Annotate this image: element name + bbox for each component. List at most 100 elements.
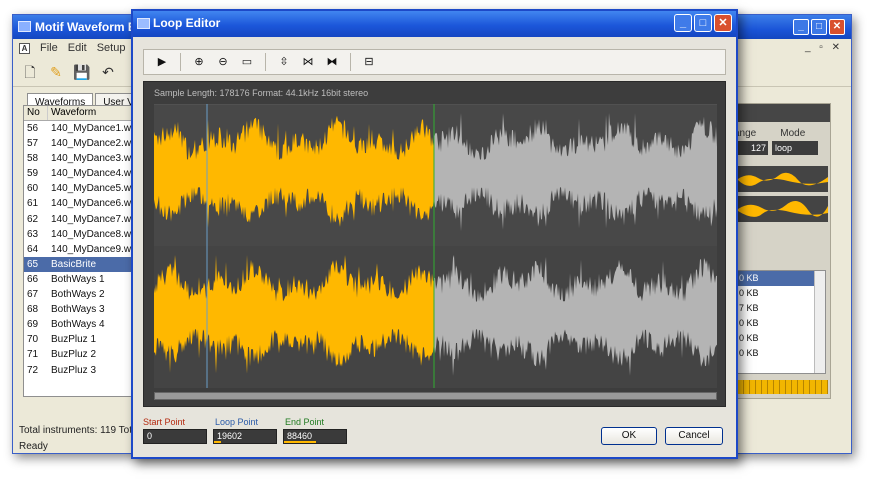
loop-point-label: Loop Point (215, 417, 259, 427)
close-icon[interactable]: ✕ (829, 19, 845, 35)
start-point-value: 0 (147, 431, 153, 441)
row-number: 63 (27, 228, 39, 240)
list-item[interactable]: 71 BuzPluz 2 (24, 347, 132, 362)
keyboard-strip[interactable] (738, 380, 828, 394)
list-item[interactable]: 67 BothWays 2 (24, 287, 132, 302)
size-item[interactable]: 0 KB (737, 271, 825, 286)
size-item[interactable]: 0 KB (737, 346, 825, 361)
row-waveform-name: BothWays 2 (51, 289, 105, 301)
row-waveform-name: 140_MyDance7.w (51, 213, 132, 225)
size-item[interactable]: 0 KB (737, 331, 825, 346)
mdi-controls[interactable]: _ ▫ ✕ (805, 42, 843, 53)
mode-select[interactable]: loop (772, 141, 818, 155)
list-item[interactable]: 69 BothWays 4 (24, 317, 132, 332)
row-waveform-name: BuzPluz 3 (51, 364, 97, 376)
start-point-label: Start Point (143, 417, 186, 427)
row-waveform-name: 140_MyDance3.w (51, 153, 132, 165)
list-item[interactable]: 65 BasicBrite (24, 256, 132, 272)
row-number: 59 (27, 168, 39, 180)
list-item[interactable]: 58 140_MyDance3.w (24, 151, 132, 166)
loop-point-indicator (214, 441, 221, 443)
loop-editor-title-bar[interactable]: Loop Editor _ □ ✕ (133, 11, 736, 37)
list-item[interactable]: 56 140_MyDance1.w (24, 121, 132, 136)
row-number: 62 (27, 213, 39, 225)
list-item[interactable]: 57 140_MyDance2.w (24, 136, 132, 151)
maximize-icon[interactable]: □ (694, 14, 712, 32)
loop-point-field[interactable]: 19602 (213, 429, 277, 444)
row-waveform-name: 140_MyDance6.w (51, 198, 132, 210)
row-waveform-name: 140_MyDance5.w (51, 183, 132, 195)
start-point-field[interactable]: 0 (143, 429, 207, 444)
row-number: 58 (27, 153, 39, 165)
row-number: 64 (27, 243, 39, 255)
new-file-icon[interactable]: 🗋 (21, 63, 39, 81)
open-file-icon[interactable]: ✎ (47, 63, 65, 81)
list-item[interactable]: 64 140_MyDance9.w (24, 242, 132, 257)
save-icon[interactable]: 💾 (73, 63, 91, 81)
ok-button[interactable]: OK (601, 427, 657, 445)
maximize-icon[interactable]: □ (811, 19, 827, 35)
size-item[interactable]: 0 KB (737, 316, 825, 331)
scrollbar[interactable] (814, 271, 825, 373)
list-item[interactable]: 62 140_MyDance7.w (24, 212, 132, 227)
list-item[interactable]: 60 140_MyDance5.w (24, 181, 132, 196)
minimize-icon[interactable]: _ (793, 19, 809, 35)
size-item[interactable]: 7 KB (737, 301, 825, 316)
row-waveform-name: BuzPluz 1 (51, 334, 97, 346)
zoom-fit-icon[interactable]: ▭ (237, 52, 257, 72)
row-waveform-name: 140_MyDance4.w (51, 168, 132, 180)
row-number: 57 (27, 138, 39, 150)
minimize-icon[interactable]: _ (674, 14, 692, 32)
zoom-out-icon[interactable]: ⊖ (213, 52, 233, 72)
dialog-controls: _ □ ✕ (674, 14, 732, 32)
waveform-display[interactable] (154, 104, 717, 388)
menu-file[interactable]: File (40, 42, 58, 54)
row-waveform-name: BasicBrite (51, 258, 97, 270)
list-header: No Waveform (24, 106, 132, 121)
loop-start-icon[interactable]: ⇳ (274, 52, 294, 72)
list-item[interactable]: 68 BothWays 3 (24, 302, 132, 317)
range-field[interactable]: 127 (734, 141, 768, 155)
row-number: 65 (27, 258, 39, 270)
list-item[interactable]: 59 140_MyDance4.w (24, 166, 132, 181)
column-waveform[interactable]: Waveform (48, 106, 96, 120)
zoom-in-icon[interactable]: ⊕ (189, 52, 209, 72)
view-icon[interactable]: ⊟ (359, 52, 379, 72)
menu-setup[interactable]: Setup (97, 42, 126, 54)
waveform-thumb-2 (738, 196, 828, 222)
row-number: 60 (27, 183, 39, 195)
toolbar-separator (265, 53, 266, 71)
column-no[interactable]: No (24, 106, 48, 120)
size-item[interactable]: 0 KB (737, 286, 825, 301)
waveform-list[interactable]: No Waveform 56 140_MyDance1.w 57 140_MyDanc… (23, 105, 133, 397)
end-point-field[interactable]: 88460 (283, 429, 347, 444)
crossfade-icon[interactable]: ⋈ (298, 52, 318, 72)
list-item[interactable]: 61 140_MyDance6.w (24, 196, 132, 211)
status-total: Total instruments: 119 Tota (19, 425, 138, 436)
play-icon[interactable]: ▶ (152, 52, 172, 72)
end-point-indicator (284, 441, 316, 443)
loop-end-icon[interactable]: ⧓ (322, 52, 342, 72)
size-list[interactable]: 0 KB 0 KB 7 KB 0 KB 0 KB 0 KB (736, 270, 826, 374)
row-waveform-name: 140_MyDance8.w (51, 228, 132, 240)
waveform-thumb-1 (738, 166, 828, 192)
row-number: 71 (27, 349, 39, 361)
undo-icon[interactable]: ↶ (99, 63, 117, 81)
row-waveform-name: BothWays 3 (51, 304, 105, 316)
status-ready: Ready (19, 441, 48, 452)
horizontal-scrollbar[interactable] (154, 392, 717, 400)
voice-panel-header (728, 104, 830, 122)
cancel-button[interactable]: Cancel (665, 427, 723, 445)
row-waveform-name: BuzPluz 2 (51, 349, 97, 361)
list-item[interactable]: 63 140_MyDance8.w (24, 227, 132, 242)
mode-label: Mode (780, 128, 806, 139)
row-number: 72 (27, 364, 39, 376)
close-icon[interactable]: ✕ (714, 14, 732, 32)
list-item[interactable]: 66 BothWays 1 (24, 272, 132, 287)
main-window-title: Motif Waveform Ed (35, 20, 144, 34)
row-number: 61 (27, 198, 39, 210)
menu-edit[interactable]: Edit (68, 42, 87, 54)
list-item[interactable]: 72 BuzPluz 3 (24, 363, 132, 378)
loop-editor-dialog: Loop Editor _ □ ✕ ▶ ⊕ ⊖ ▭ ⇳ ⋈ ⧓ ⊟ Sample… (131, 9, 738, 459)
list-item[interactable]: 70 BuzPluz 1 (24, 332, 132, 347)
